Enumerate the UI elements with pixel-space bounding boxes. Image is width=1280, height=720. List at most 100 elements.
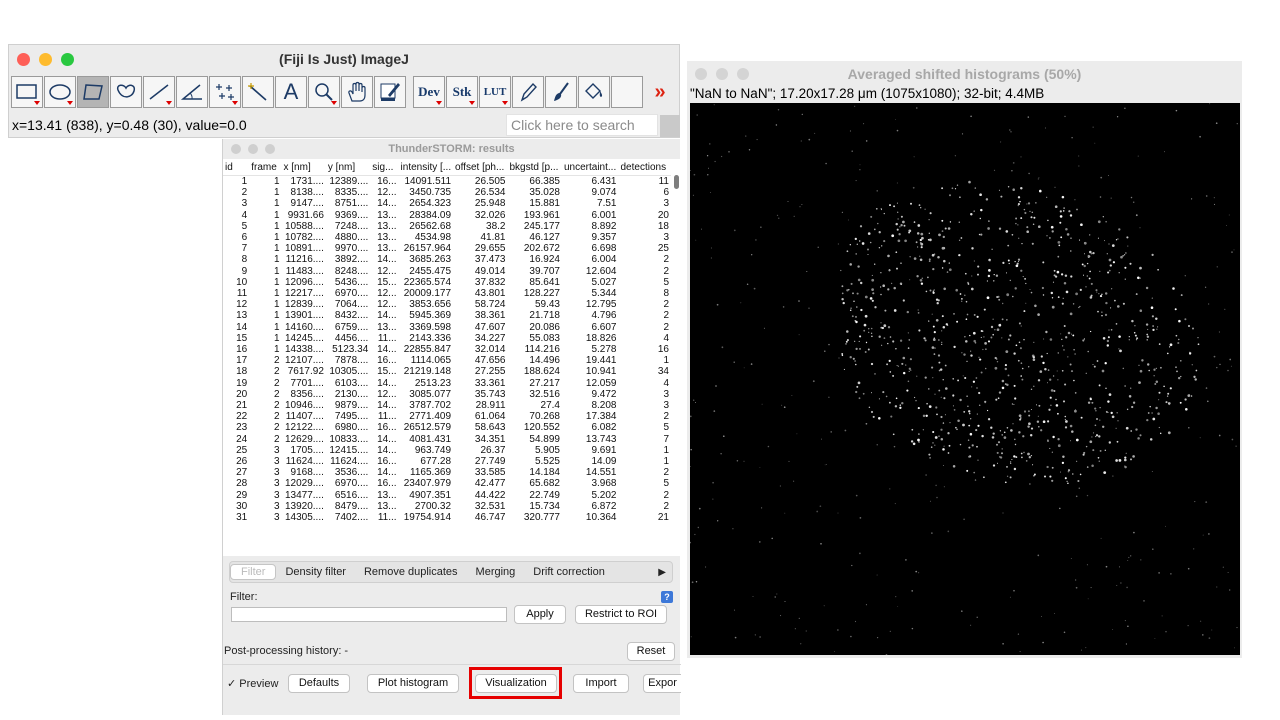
- stk-menu-tool[interactable]: Stk: [446, 76, 478, 108]
- table-row[interactable]: 5 1 10588.... 7248.... 13... 26562.68 38.2 245.…: [223, 221, 671, 232]
- table-row[interactable]: 20 2 8356.... 2130.... 12... 3085.077 35.743 32…: [223, 389, 671, 400]
- table-row[interactable]: 6 1 10782.... 4880.... 13... 4534.98 41.81 46.1…: [223, 232, 671, 243]
- table-row[interactable]: 14 1 14160.... 6759.... 13... 3369.598 47.607 2…: [223, 322, 671, 333]
- import-button[interactable]: Import: [573, 674, 629, 693]
- imagej-titlebar[interactable]: (Fiji Is Just) ImageJ: [9, 45, 679, 75]
- column-header[interactable]: sig...: [370, 159, 399, 176]
- defaults-button[interactable]: Defaults: [288, 674, 350, 693]
- hand-tool-icon[interactable]: [341, 76, 373, 108]
- table-row[interactable]: 18 2 7617.92 10305.... 15... 21219.148 27.255 1…: [223, 366, 671, 377]
- localization-spot: [932, 325, 935, 328]
- restrict-to-roi-button[interactable]: Restrict to ROI: [575, 605, 667, 624]
- color-picker-tool-icon[interactable]: [374, 76, 406, 108]
- tab-density-filter[interactable]: Density filter: [276, 566, 355, 578]
- table-row[interactable]: 29 3 13477.... 6516.... 13... 4907.351 44.422 2…: [223, 490, 671, 501]
- table-row[interactable]: 26 3 11624.... 11624.... 16... 677.28 27.749 5.…: [223, 456, 671, 467]
- table-row[interactable]: 11 1 12217.... 6970.... 12... 20009.177 43.801…: [223, 288, 671, 299]
- table-row[interactable]: 9 1 11483.... 8248.... 12... 2455.475 49.014 39…: [223, 266, 671, 277]
- multipoint-tool-icon[interactable]: [209, 76, 241, 108]
- table-row[interactable]: 13 1 13901.... 8432.... 14... 5945.369 38.361 2…: [223, 310, 671, 321]
- plot-histogram-button[interactable]: Plot histogram: [367, 674, 459, 693]
- localization-spot: [1101, 369, 1105, 373]
- tab-merging[interactable]: Merging: [467, 566, 525, 578]
- brush-tool-icon[interactable]: [545, 76, 577, 108]
- table-row[interactable]: 16 1 14338.... 5123.34 14... 22855.847 32.014 1…: [223, 344, 671, 355]
- more-tools-icon[interactable]: »: [644, 76, 676, 108]
- table-row[interactable]: 27 3 9168.... 3536.... 14... 1165.369 33.585 14…: [223, 467, 671, 478]
- table-row[interactable]: 24 2 12629.... 10833.... 14... 4081.431 34.351…: [223, 434, 671, 445]
- lut-menu-tool[interactable]: LUT: [479, 76, 511, 108]
- localization-spot: [929, 212, 932, 215]
- localization-spot: [1167, 392, 1170, 395]
- localization-spot: [1145, 286, 1149, 290]
- magnifier-tool-icon[interactable]: [308, 76, 340, 108]
- table-row[interactable]: 21 2 10946.... 9879.... 14... 3787.702 28.911 2…: [223, 400, 671, 411]
- column-header[interactable]: uncertaint...: [561, 159, 619, 176]
- table-row[interactable]: 10 1 12096.... 5436.... 15... 22365.574 37.832…: [223, 277, 671, 288]
- wand-tool-icon[interactable]: [242, 76, 274, 108]
- angle-tool-icon[interactable]: [176, 76, 208, 108]
- search-input[interactable]: Click here to search: [506, 114, 658, 136]
- table-row[interactable]: 3 1 9147.... 8751.... 14... 2654.323 25.948 15.…: [223, 198, 671, 209]
- histogram-image-canvas[interactable]: [689, 103, 1240, 656]
- localization-spot: [1102, 425, 1105, 428]
- results-table-container[interactable]: id frame x [nm] y [nm] sig... intensity [... o…: [223, 159, 681, 556]
- table-row[interactable]: 23 2 12122.... 6980.... 16... 26512.579 58.643…: [223, 422, 671, 433]
- localization-spot: [793, 215, 795, 217]
- table-row[interactable]: 30 3 13920.... 8479.... 13... 2700.32 32.531 15…: [223, 501, 671, 512]
- preview-checkbox[interactable]: ✓ Preview: [227, 677, 278, 690]
- freehand-tool-icon[interactable]: [110, 76, 142, 108]
- localization-spot: [1001, 337, 1003, 339]
- table-row[interactable]: 28 3 12029.... 6970.... 16... 23407.979 42.477…: [223, 478, 671, 489]
- table-row[interactable]: 31 3 14305.... 7402.... 11... 19754.914 46.747…: [223, 512, 671, 523]
- polygon-tool-icon[interactable]: [77, 76, 109, 108]
- table-row[interactable]: 12 1 12839.... 7064.... 12... 3853.656 58.724 5…: [223, 299, 671, 310]
- help-icon[interactable]: ?: [661, 591, 673, 603]
- table-row[interactable]: 1 1 1731.... 12389.... 16... 14091.511 26.505 6…: [223, 176, 671, 188]
- text-tool-icon[interactable]: A: [275, 76, 307, 108]
- search-button[interactable]: [660, 115, 680, 137]
- pencil-tool-icon[interactable]: [512, 76, 544, 108]
- filter-input[interactable]: [231, 607, 507, 622]
- column-header[interactable]: offset [ph...: [453, 159, 508, 176]
- column-header[interactable]: x [nm]: [281, 159, 326, 176]
- histogram-titlebar[interactable]: Averaged shifted histograms (50%): [687, 61, 1242, 86]
- column-header[interactable]: intensity [...: [398, 159, 454, 176]
- column-header[interactable]: detections: [618, 159, 671, 176]
- table-row[interactable]: 2 1 8138.... 8335.... 12... 3450.735 26.534 35.…: [223, 187, 671, 198]
- table-row[interactable]: 8 1 11216.... 3892.... 14... 3685.263 37.473 16…: [223, 254, 671, 265]
- localization-spot: [1138, 381, 1141, 384]
- flood-fill-tool-icon[interactable]: [578, 76, 610, 108]
- table-row[interactable]: 25 3 1705.... 12415.... 14... 963.749 26.37 5.9…: [223, 445, 671, 456]
- localization-spot: [863, 323, 867, 327]
- table-row[interactable]: 22 2 11407.... 7495.... 11... 2771.409 61.064 7…: [223, 411, 671, 422]
- column-header[interactable]: frame: [249, 159, 282, 176]
- localization-spot: [1059, 215, 1063, 218]
- reset-button[interactable]: Reset: [627, 642, 675, 661]
- column-header[interactable]: y [nm]: [325, 159, 371, 176]
- tab-drift-correction[interactable]: Drift correction: [524, 566, 614, 578]
- table-row[interactable]: 15 1 14245.... 4456.... 11... 2143.336 34.227 5…: [223, 333, 671, 344]
- localization-spot: [1234, 647, 1236, 649]
- localization-spot: [1076, 208, 1078, 211]
- dev-menu-tool[interactable]: Dev: [413, 76, 445, 108]
- line-tool-icon[interactable]: [143, 76, 175, 108]
- apply-button[interactable]: Apply: [514, 605, 566, 624]
- oval-tool-icon[interactable]: [44, 76, 76, 108]
- column-header[interactable]: bkgstd [p...: [507, 159, 562, 176]
- tab-remove-duplicates[interactable]: Remove duplicates: [355, 566, 467, 578]
- results-titlebar[interactable]: ThunderSTORM: results: [223, 139, 680, 159]
- table-row[interactable]: 4 1 9931.66 9369.... 13... 28384.09 32.026 193.…: [223, 210, 671, 221]
- tabs-more-icon[interactable]: ▶: [658, 567, 672, 578]
- rectangle-tool-icon[interactable]: [11, 76, 43, 108]
- localization-spot: [1194, 378, 1197, 381]
- table-row[interactable]: 7 1 10891.... 9970.... 13... 26157.964 29.655 2…: [223, 243, 671, 254]
- table-row[interactable]: 19 2 7701.... 6103.... 14... 2513.23 33.361 27.…: [223, 378, 671, 389]
- localization-spot: [814, 132, 816, 134]
- column-header[interactable]: id: [223, 159, 250, 176]
- results-scrollbar[interactable]: [674, 175, 679, 189]
- export-button[interactable]: Expor: [643, 674, 681, 693]
- localization-spot: [1187, 394, 1191, 397]
- table-row[interactable]: 17 2 12107.... 7878.... 16... 1114.065 47.656 1…: [223, 355, 671, 366]
- tab-filter[interactable]: Filter: [230, 564, 277, 580]
